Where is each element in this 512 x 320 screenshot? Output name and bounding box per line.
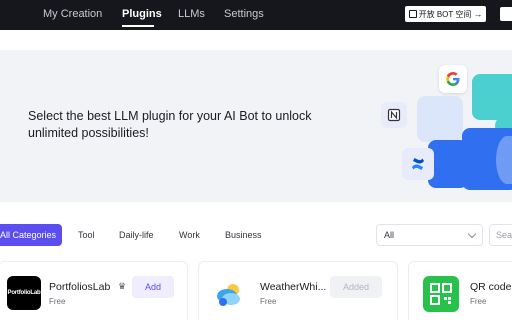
plugin-name: QR code [470, 281, 512, 293]
crown-icon: ♛ [118, 281, 127, 291]
open-bot-space-label: 开放 BOT 空间 [418, 9, 472, 19]
nav-settings[interactable]: Settings [224, 8, 264, 20]
category-tool[interactable]: Tool [78, 224, 95, 246]
search-input[interactable]: Sea [489, 224, 512, 246]
plugins-banner: Select the best LLM plugin for your AI B… [0, 50, 512, 202]
top-nav: My Creation Plugins LLMs Settings 开放 BOT… [0, 0, 512, 30]
open-bot-space-button[interactable]: 开放 BOT 空间 → [405, 6, 486, 22]
plugin-price: Free [260, 297, 277, 306]
weather-logo [213, 278, 245, 310]
puzzle-piece-light [417, 96, 463, 142]
banner-headline: Select the best LLM plugin for your AI B… [28, 109, 312, 140]
filter-select[interactable]: All [376, 224, 483, 246]
search-placeholder: Sea [496, 230, 512, 240]
nav-plugins[interactable]: Plugins [122, 8, 162, 20]
filter-select-value: All [384, 230, 395, 240]
arrow-right-icon: → [473, 9, 483, 19]
qr-code-logo [423, 276, 459, 312]
category-all[interactable]: All Categories [0, 224, 63, 246]
nav-llms[interactable]: LLMs [178, 8, 205, 20]
portfolioslab-logo: PortfolioLab [7, 276, 41, 310]
category-business[interactable]: Business [225, 224, 262, 246]
spacer [0, 30, 512, 50]
plugin-name: PortfoliosLab [49, 281, 111, 293]
google-icon [439, 65, 467, 93]
active-tab-indicator [122, 25, 154, 27]
plugin-card[interactable]: QR code Free [408, 261, 512, 320]
puzzle-piece-accent [496, 136, 512, 184]
confluence-icon [402, 148, 434, 180]
nav-my-creation[interactable]: My Creation [43, 8, 102, 20]
plugin-card[interactable]: WeatherWhi... Free Added [198, 261, 398, 320]
add-plugin-button[interactable]: Add [132, 276, 174, 298]
added-plugin-button[interactable]: Added [330, 276, 382, 298]
category-daily-life[interactable]: Daily-life [119, 224, 154, 246]
window-icon [408, 10, 417, 18]
chevron-down-icon [467, 229, 477, 239]
plugin-price: Free [49, 297, 66, 306]
external-link-icon[interactable] [500, 7, 512, 21]
plugin-card[interactable]: PortfolioLab PortfoliosLab ♛ Free Add [0, 261, 188, 320]
plugin-price: Free [470, 297, 487, 306]
plugin-name: WeatherWhi... [260, 281, 327, 293]
notion-icon [381, 102, 407, 128]
puzzle-piece-teal [472, 74, 512, 120]
category-work[interactable]: Work [179, 224, 200, 246]
